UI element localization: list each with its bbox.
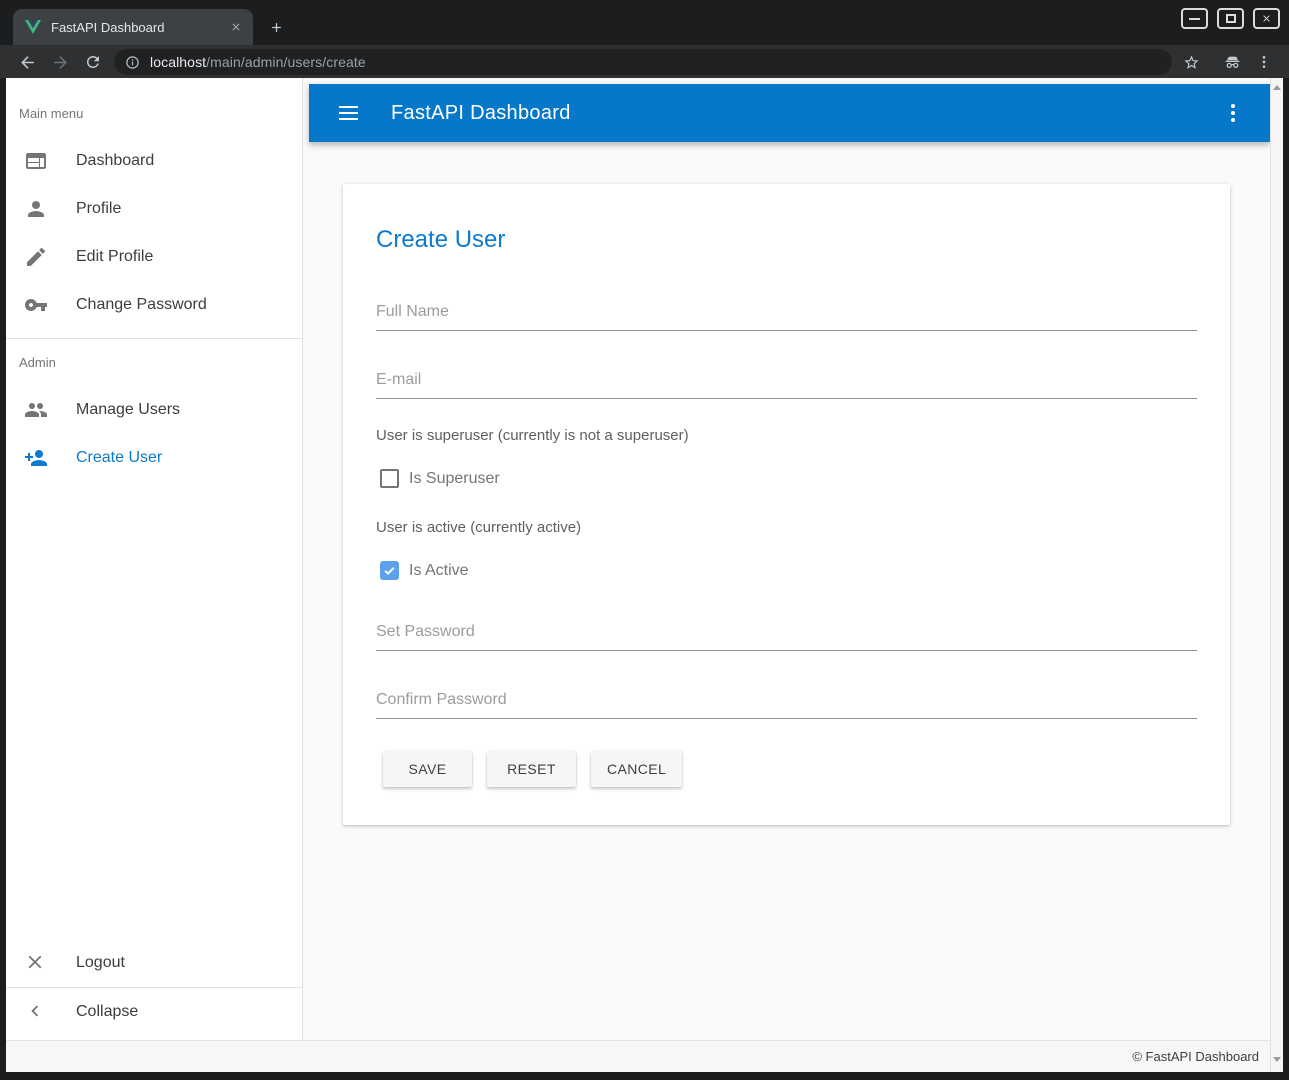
confirm-password-field[interactable]: Confirm Password <box>376 691 1197 719</box>
scrollbar-down-icon[interactable] <box>1273 1057 1281 1062</box>
reset-button[interactable]: RESET <box>487 751 576 787</box>
sidebar-item-collapse[interactable]: Collapse <box>6 988 302 1036</box>
hamburger-menu-icon[interactable] <box>337 101 361 125</box>
new-tab-icon[interactable] <box>262 13 290 41</box>
checkbox-label: Is Superuser <box>409 470 500 488</box>
window-controls <box>1181 8 1280 29</box>
scrollbar-up-icon[interactable] <box>1273 85 1281 90</box>
tab-title: FastAPI Dashboard <box>51 20 227 35</box>
copyright-text: © FastAPI Dashboard <box>1132 1049 1259 1064</box>
sidebar-item-dashboard[interactable]: Dashboard <box>6 137 302 185</box>
page-scrollbar[interactable] <box>1270 78 1283 1072</box>
sidebar-item-profile[interactable]: Profile <box>6 185 302 233</box>
checkbox-label: Is Active <box>409 562 469 580</box>
email-label: E-mail <box>376 371 1197 389</box>
cancel-button[interactable]: CANCEL <box>591 751 682 787</box>
reload-icon[interactable] <box>80 49 106 75</box>
person-add-icon <box>24 446 48 470</box>
set-password-label: Set Password <box>376 623 1197 641</box>
dashboard-icon <box>24 149 48 173</box>
superuser-hint: User is superuser (currently is not a su… <box>376 427 689 444</box>
save-button[interactable]: SAVE <box>383 751 472 787</box>
back-icon[interactable] <box>14 49 40 75</box>
input-underline <box>376 650 1197 651</box>
sidebar-item-label: Collapse <box>76 1003 138 1021</box>
pencil-icon <box>24 245 48 269</box>
minimize-button[interactable] <box>1181 8 1208 29</box>
bookmark-star-icon[interactable] <box>1178 49 1204 75</box>
sidebar: Main menu Dashboard Profile Edit Profile… <box>6 78 303 1040</box>
browser-menu-icon[interactable] <box>1251 49 1277 75</box>
input-underline <box>376 398 1197 399</box>
form-buttons: SAVE RESET CANCEL <box>383 751 682 787</box>
sidebar-item-label: Create User <box>76 449 162 467</box>
is-superuser-checkbox[interactable]: Is Superuser <box>380 469 500 488</box>
checkbox-unchecked-icon[interactable] <box>380 469 399 488</box>
sidebar-item-label: Logout <box>76 954 125 972</box>
sidebar-item-label: Change Password <box>76 296 207 314</box>
page-content: Main menu Dashboard Profile Edit Profile… <box>6 78 1283 1072</box>
person-icon <box>24 197 48 221</box>
sidebar-item-create-user[interactable]: Create User <box>6 434 302 482</box>
main-area: FastAPI Dashboard Create User Full Name … <box>303 78 1270 1040</box>
footer: © FastAPI Dashboard <box>6 1040 1283 1072</box>
url-host: localhost <box>150 54 206 70</box>
full-name-label: Full Name <box>376 303 1197 321</box>
sidebar-item-label: Edit Profile <box>76 248 153 266</box>
sidebar-item-manage-users[interactable]: Manage Users <box>6 386 302 434</box>
sidebar-item-logout[interactable]: Logout <box>6 939 302 987</box>
chevron-left-icon <box>24 1000 48 1024</box>
full-name-field[interactable]: Full Name <box>376 303 1197 331</box>
sidebar-item-edit-profile[interactable]: Edit Profile <box>6 233 302 281</box>
sidebar-item-label: Dashboard <box>76 152 154 170</box>
input-underline <box>376 718 1197 719</box>
vue-logo-icon <box>25 20 41 34</box>
url-path: /main/admin/users/create <box>206 54 366 70</box>
sidebar-section-admin: Admin <box>19 355 56 370</box>
create-user-card: Create User Full Name E-mail User is sup… <box>343 184 1230 825</box>
appbar: FastAPI Dashboard <box>309 84 1270 142</box>
close-window-button[interactable] <box>1253 8 1280 29</box>
browser-toolbar: localhost/main/admin/users/create <box>0 45 1289 78</box>
close-icon <box>24 951 48 975</box>
people-icon <box>24 398 48 422</box>
page-info-icon[interactable] <box>125 55 140 70</box>
sidebar-section-main-menu: Main menu <box>19 106 83 121</box>
forward-icon[interactable] <box>47 49 73 75</box>
is-active-checkbox[interactable]: Is Active <box>380 561 469 580</box>
key-icon <box>24 293 48 317</box>
browser-titlebar: FastAPI Dashboard <box>0 0 1289 45</box>
sidebar-item-label: Manage Users <box>76 401 180 419</box>
active-hint: User is active (currently active) <box>376 519 581 536</box>
page-title: Create User <box>376 226 505 254</box>
set-password-field[interactable]: Set Password <box>376 623 1197 651</box>
email-field[interactable]: E-mail <box>376 371 1197 399</box>
url-text[interactable]: localhost/main/admin/users/create <box>150 54 366 70</box>
input-underline <box>376 330 1197 331</box>
sidebar-item-label: Profile <box>76 200 121 218</box>
maximize-button[interactable] <box>1217 8 1244 29</box>
incognito-icon <box>1219 49 1245 75</box>
sidebar-divider <box>6 338 302 339</box>
address-bar[interactable]: localhost/main/admin/users/create <box>114 49 1172 75</box>
confirm-password-label: Confirm Password <box>376 691 1197 709</box>
checkbox-checked-icon[interactable] <box>380 561 399 580</box>
sidebar-item-change-password[interactable]: Change Password <box>6 281 302 329</box>
appbar-kebab-menu-icon[interactable] <box>1221 101 1245 125</box>
tab-close-icon[interactable] <box>227 18 245 36</box>
appbar-title: FastAPI Dashboard <box>391 102 571 125</box>
browser-tab[interactable]: FastAPI Dashboard <box>13 9 253 45</box>
